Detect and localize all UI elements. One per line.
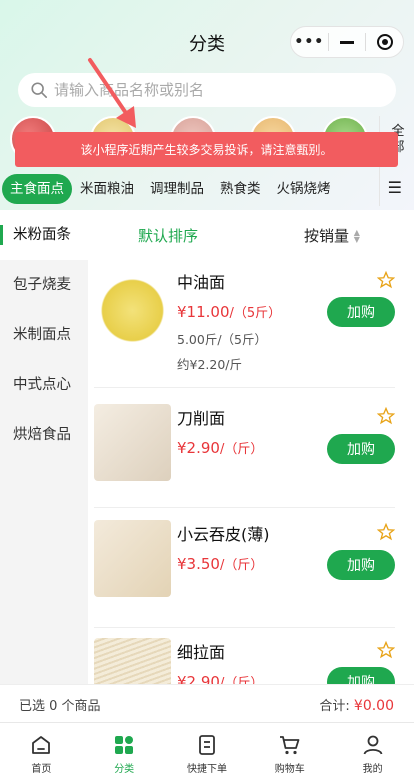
sort-arrows-icon: ▲ ▼ xyxy=(353,228,360,244)
cart-summary-bar: 已选 0 个商品 合计: ¥0.00 xyxy=(0,684,414,722)
minimize-button[interactable] xyxy=(329,27,366,57)
product-price: ¥2.90/（斤） xyxy=(177,438,263,457)
category-tab-staple[interactable]: 主食面点 xyxy=(2,174,72,204)
more-button[interactable]: ••• xyxy=(291,27,328,57)
star-icon[interactable] xyxy=(377,641,395,659)
sidebar-item-dim-sum[interactable]: 中式点心 xyxy=(0,360,88,410)
price-unit: /（斤） xyxy=(219,676,264,684)
product-price: ¥3.50/（斤） xyxy=(177,554,263,573)
price-unit: /（5斤） xyxy=(229,306,282,321)
add-to-cart-button[interactable]: 加购 xyxy=(327,297,395,327)
tab-label: 购物车 xyxy=(274,764,305,775)
tab-category[interactable]: 分类 xyxy=(83,723,166,780)
star-icon[interactable] xyxy=(377,407,395,425)
add-to-cart-button[interactable]: 加购 xyxy=(327,434,395,464)
product-image[interactable] xyxy=(94,520,171,597)
cart-icon xyxy=(279,736,300,755)
sidebar-item-noodles[interactable]: 米粉面条 xyxy=(0,210,88,260)
sort-sales-label: 按销量 xyxy=(304,226,350,245)
search-bar[interactable] xyxy=(18,73,396,107)
sidebar-item-bakery[interactable]: 烘焙食品 xyxy=(0,410,88,460)
home-icon xyxy=(32,736,51,754)
sidebar-item-rice-pastry[interactable]: 米制面点 xyxy=(0,310,88,360)
product-image[interactable] xyxy=(94,272,171,349)
product-item: 细拉面 ¥2.90/（斤） 加购 xyxy=(88,630,414,684)
tab-label: 分类 xyxy=(114,764,135,775)
sidebar: 米粉面条 包子烧麦 米制面点 中式点心 烘焙食品 xyxy=(0,210,88,684)
category-tab-cooked[interactable]: 熟食类 xyxy=(212,174,269,204)
product-item: 刀削面 ¥2.90/（斤） 加购 xyxy=(88,390,414,508)
category-tab-grain-oil[interactable]: 米面粮油 xyxy=(72,174,142,204)
sidebar-item-buns[interactable]: 包子烧麦 xyxy=(0,260,88,310)
tab-label: 快捷下单 xyxy=(186,764,227,775)
category-tab-prepared[interactable]: 调理制品 xyxy=(142,174,212,204)
sort-default-button[interactable]: 默认排序 xyxy=(138,225,198,246)
more-dots-icon: ••• xyxy=(294,34,325,50)
category-menu-icon[interactable]: ☰ xyxy=(388,178,402,197)
quick-order-icon xyxy=(199,735,215,755)
add-to-cart-button[interactable]: 加购 xyxy=(327,667,395,684)
star-icon[interactable] xyxy=(377,271,395,289)
price-unit: /（斤） xyxy=(219,442,264,457)
price-value: ¥2.90 xyxy=(177,673,220,684)
price-unit: /（斤） xyxy=(219,558,264,573)
row-divider xyxy=(94,507,395,508)
tab-quick-order[interactable]: 快捷下单 xyxy=(166,723,249,780)
product-name: 小云吞皮(薄) xyxy=(177,525,270,544)
product-spec: 5.00斤/（5斤） xyxy=(177,332,267,347)
complaint-warning-banner: 该小程序近期产生较多交易投诉，请注意甄别。 xyxy=(15,132,398,167)
star-icon[interactable] xyxy=(377,523,395,541)
tab-cart[interactable]: 购物车 xyxy=(248,723,331,780)
red-arrow-annotation-icon xyxy=(88,58,136,128)
product-approx-price: 约¥2.20/斤 xyxy=(177,357,242,372)
product-image[interactable] xyxy=(94,638,171,684)
minimize-icon xyxy=(340,40,354,44)
product-image[interactable] xyxy=(94,404,171,481)
product-price: ¥2.90/（斤） xyxy=(177,672,263,684)
product-name: 刀削面 xyxy=(177,409,226,428)
product-list: 中油面 ¥11.00/（5斤） 加购 5.00斤/（5斤） 约¥2.20/斤 刀… xyxy=(88,260,414,684)
product-name: 细拉面 xyxy=(177,643,226,662)
mini-program-capsule: ••• xyxy=(290,26,404,58)
row-divider xyxy=(94,627,395,628)
category-tab-hotpot[interactable]: 火锅烧烤 xyxy=(269,174,339,204)
total-price: 合计: ¥0.00 xyxy=(319,695,394,714)
user-icon xyxy=(363,735,382,755)
category-tabs: 主食面点 米面粮油 调理制品 熟食类 火锅烧烤 xyxy=(0,174,380,204)
close-circle-icon xyxy=(376,34,393,50)
price-value: ¥2.90 xyxy=(177,439,220,457)
selected-count: 已选 0 个商品 xyxy=(19,699,101,714)
row-divider xyxy=(94,387,395,388)
tab-profile[interactable]: 我的 xyxy=(331,723,414,780)
product-name: 中油面 xyxy=(177,273,226,292)
tab-label: 首页 xyxy=(31,764,52,775)
add-to-cart-button[interactable]: 加购 xyxy=(327,550,395,580)
sort-bar: 默认排序 按销量 ▲ ▼ xyxy=(88,210,414,260)
product-item: 中油面 ¥11.00/（5斤） 加购 5.00斤/（5斤） 约¥2.20/斤 xyxy=(88,260,414,388)
tab-label: 我的 xyxy=(362,764,383,775)
bottom-tab-bar: 首页 分类 快捷下单 购物车 我的 xyxy=(0,722,414,780)
total-value: ¥0.00 xyxy=(353,698,394,714)
total-label: 合计: xyxy=(319,699,350,714)
product-item: 小云吞皮(薄) ¥3.50/（斤） 加购 xyxy=(88,510,414,628)
product-price: ¥11.00/（5斤） xyxy=(177,302,281,321)
close-button[interactable] xyxy=(366,27,403,57)
price-value: ¥3.50 xyxy=(177,555,220,573)
tab-home[interactable]: 首页 xyxy=(0,723,83,780)
search-icon xyxy=(31,82,48,99)
category-icon xyxy=(115,736,134,754)
price-value: ¥11.00 xyxy=(177,303,230,321)
sort-sales-button[interactable]: 按销量 ▲ ▼ xyxy=(304,225,362,246)
